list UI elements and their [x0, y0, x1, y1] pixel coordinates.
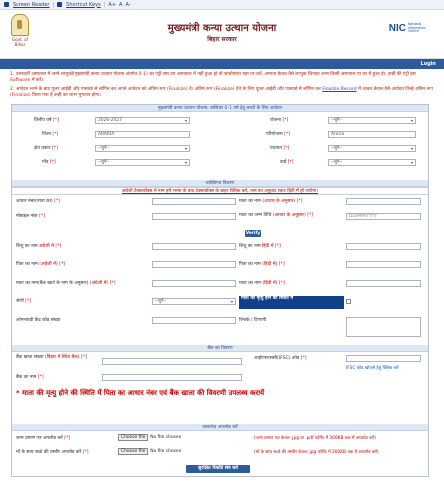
page-title: मुख्यमंत्री कन्या उत्थान योजना	[167, 23, 277, 34]
anganwadi-label: आंगनवाड़ी केंद्र कोड संख्या	[16, 318, 61, 323]
nav-bar: Login	[0, 59, 444, 69]
screen-reader-icon	[4, 2, 9, 7]
ifsc-input[interactable]	[346, 355, 421, 362]
section-docs-header: दस्तावेज़ अपलोड करें	[12, 424, 428, 431]
mother-name-hi-input[interactable]	[346, 280, 421, 287]
remarks-textarea[interactable]	[346, 317, 421, 337]
font-decrease-button[interactable]: A-	[125, 2, 130, 8]
file-status: No file chosen	[150, 449, 182, 454]
mother-name-en-label: माता का नाम(बैंक खाते के नाम के अनुसार) …	[16, 281, 116, 286]
nic-logo-text: NIC	[388, 23, 406, 34]
finalize-record-link[interactable]: Finalize Record	[322, 87, 356, 92]
save-record-button[interactable]: सुरक्षित रिकॉर्ड सेव करें	[186, 465, 250, 473]
child-name-hi-label: शिशु का नाम हिंदी में [*]	[239, 244, 281, 249]
nic-logo: NIC National Informatics Centre	[388, 22, 434, 34]
district-field[interactable]: ARARIA	[95, 131, 190, 138]
docs-section: जन्म प्रमाण पत्र अपलोड करें [*] Choose f…	[12, 431, 428, 476]
mother-name-aadhaar-input[interactable]	[346, 198, 421, 205]
instruction-2: 2. आवेदन भरने के बाद यूजर आईडी और पासवर्…	[10, 87, 436, 99]
category-label: श्रेणी [*]	[16, 299, 32, 304]
location-section: वित्तीय वर्ष [*] 2026-2027 योजना [*] --च…	[12, 112, 428, 180]
bank-section: बैंक खाता संख्या (बिहार में स्थित बैंक) …	[12, 352, 428, 424]
father-name-en-label: पिता का नाम (अंग्रेजी में) [*]	[16, 262, 66, 267]
project-field[interactable]: Araria	[328, 131, 416, 138]
choose-file-button[interactable]: Choose file	[118, 434, 149, 441]
scheme-select[interactable]: --चुनें--	[328, 117, 416, 124]
mother-death-checkbox[interactable]	[346, 299, 351, 304]
bank-name-input[interactable]	[102, 374, 242, 381]
mother-name-en-input[interactable]	[152, 280, 236, 287]
anganwadi-input[interactable]	[152, 317, 236, 324]
child-name-hi-input[interactable]	[346, 243, 421, 250]
application-form: मुख्यमंत्री कन्या उत्थान योजना, बालिका 0…	[11, 104, 429, 477]
area-type-label: क्षेत्र प्रकार [*]	[34, 146, 58, 151]
category-select[interactable]: --चुनें--	[152, 298, 236, 305]
birth-certificate-hint: (जन्म प्रमाण पत्र केवल .jpg या .pdf फॉर्…	[254, 436, 376, 441]
ward-label: वार्ड [*]	[280, 160, 294, 165]
child-name-en-label: शिशु का नाम अंग्रेजी में [*]	[16, 244, 62, 249]
aadhaar-label: आधार नंबर(माता का) [*]	[16, 199, 60, 204]
login-link[interactable]: Login	[421, 61, 436, 67]
screen-reader-link[interactable]: Screen Reader	[13, 2, 49, 8]
divider: |	[52, 1, 55, 8]
birth-certificate-label: जन्म प्रमाण पत्र अपलोड करें [*]	[16, 436, 71, 441]
photo-hint: (माँ के साथ बच्चे की तस्वीर केवल .jpg फॉ…	[254, 450, 379, 455]
instruction-1: 1. उत्तरवर्ती अस्पताल में जन्मे लाभुकों(…	[10, 72, 416, 83]
shortcut-keys-link[interactable]: Shortcut Keys	[66, 2, 101, 8]
father-name-hi-input[interactable]	[346, 261, 421, 268]
keyboard-icon	[57, 2, 63, 7]
aadhaar-input[interactable]	[152, 198, 236, 205]
financial-year-select[interactable]: 2026-2027	[95, 117, 190, 124]
scheme-label: योजना [*]	[270, 118, 289, 123]
bank-account-input[interactable]	[102, 358, 242, 365]
ifsc-search-link[interactable]: IFSC कोड खोजने हेतु क्लिक करें	[346, 365, 399, 371]
site-header: Govt. of Bihar मुख्यमंत्री कन्या उत्थान …	[0, 10, 444, 59]
instructions: 1. उत्तरवर्ती अस्पताल में जन्मे लाभुकों(…	[0, 69, 444, 104]
font-increase-button[interactable]: A+	[108, 2, 116, 8]
mother-death-notice: * माता की मृत्यु होने की स्थिति में पिता…	[16, 389, 265, 397]
bank-name-label: बैंक का नाम [*]	[16, 375, 44, 380]
year-label: वित्तीय वर्ष [*]	[34, 118, 59, 123]
panchayat-label: पंचायत [*]	[270, 146, 290, 151]
father-name-hi-label: पिता का नाम (हिंदी में) [*]	[239, 262, 285, 267]
choose-file-button[interactable]: Choose file	[118, 448, 149, 455]
section-scheme-header: मुख्यमंत्री कन्या उत्थान योजना, बालिका 0…	[12, 105, 428, 112]
child-name-en-input[interactable]	[152, 243, 236, 250]
remarks-label: रिमार्क / टिप्पणी	[239, 318, 267, 323]
birth-certificate-file[interactable]: Choose file No file chosen	[118, 434, 181, 441]
panchayat-select[interactable]: --चुनें--	[328, 145, 416, 152]
personal-section: आधार नंबर(माता का) [*] माता का नाम (आधार…	[12, 195, 428, 345]
district-label: जिला [*]	[42, 132, 59, 137]
section-bank-header: बैंक का विवरण	[12, 345, 428, 352]
mother-name-hi-label: माता का नाम (हिंदी में) [*]	[239, 281, 285, 286]
translation-notice: अंग्रेजी टेक्स्टबॉक्स में नाम हमें भरना …	[12, 187, 428, 195]
father-name-en-input[interactable]	[152, 261, 236, 268]
bank-account-label: बैंक खाता संख्या (बिहार में स्थित बैंक) …	[16, 355, 87, 360]
mobile-label: मोबाइल नंबर [*]	[16, 214, 45, 219]
dob-input[interactable]: DD/MM/YYYY	[346, 213, 421, 220]
ward-select[interactable]: --चुनें--	[328, 159, 416, 166]
dob-placeholder: DD/MM/YYYY	[349, 214, 378, 219]
village-select[interactable]: --चुनें--	[95, 159, 190, 166]
accessibility-bar: Screen Reader | Shortcut Keys | A+ A A-	[0, 0, 444, 10]
divider: |	[103, 1, 106, 8]
village-label: गाँव [*]	[42, 160, 56, 165]
file-status: No file chosen	[150, 435, 182, 440]
photo-file[interactable]: Choose file No file chosen	[118, 448, 181, 455]
photo-label: माँ के साथ बच्चे की तस्वीर अपलोड करें [*…	[16, 450, 89, 455]
verify-button[interactable]: Verify	[245, 230, 261, 237]
instruction-2-pre: 2. आवेदन भरने के बाद यूजर आईडी और पासवर्…	[10, 87, 323, 92]
font-normal-button[interactable]: A	[119, 2, 122, 8]
mother-name-aadhaar-label: माता का नाम (आधार के अनुसार) [*]	[239, 199, 303, 204]
dob-label: माता का जन्म तिथि (आधार के अनुसार) [*]	[239, 213, 314, 218]
page-subtitle: बिहार सरकार	[207, 36, 237, 43]
nic-logo-subtext: National Informatics Centre	[408, 22, 426, 34]
area-type-select[interactable]: --चुनें--	[95, 145, 190, 152]
section-personal-header: व्यक्तिगत विवरण	[12, 180, 428, 187]
project-label: परियोजना [*]	[266, 132, 291, 137]
ifsc-label: आईएफएससी(IFSC) कोड [*]	[254, 356, 307, 361]
mobile-input[interactable]	[152, 213, 236, 220]
mother-death-box: माता की मृत्यु होने की स्थिति में	[239, 296, 344, 309]
